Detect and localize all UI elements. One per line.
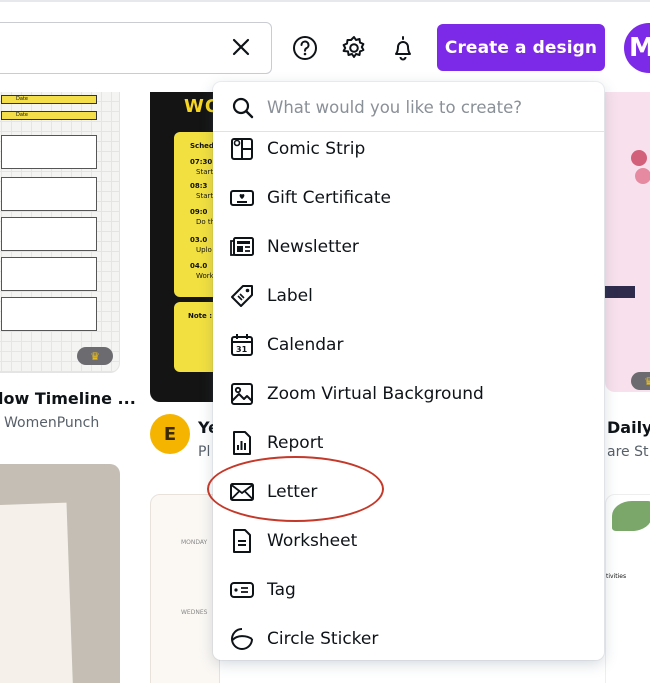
- template-author[interactable]: Pl: [198, 444, 210, 460]
- gear-icon[interactable]: [341, 35, 367, 61]
- help-icon[interactable]: [292, 35, 318, 61]
- card-text: tivities: [606, 573, 627, 580]
- card-decoration: [605, 286, 635, 298]
- menu-item-tag[interactable]: Tag: [213, 565, 604, 614]
- schedule-time: 04.0: [190, 262, 208, 270]
- menu-item-label: Gift Certificate: [267, 187, 391, 208]
- highlight-annotation: [207, 456, 384, 522]
- schedule-note: Work: [196, 272, 214, 280]
- schedule-note: Uplo: [196, 246, 212, 254]
- schedule-label: Sched: [190, 142, 214, 150]
- day-label: WEDNES: [181, 609, 208, 616]
- card-date-field: Date: [1, 111, 97, 120]
- day-label: MONDAY: [181, 539, 208, 546]
- template-author[interactable]: are St: [607, 444, 648, 460]
- create-design-button[interactable]: Create a design: [437, 24, 605, 71]
- menu-item-worksheet[interactable]: Worksheet: [213, 516, 604, 565]
- card-box: [1, 297, 97, 331]
- calendar-day-number: 31: [236, 345, 248, 354]
- menu-item-gift-certificate[interactable]: Gift Certificate: [213, 173, 604, 222]
- schedule-note: Start: [196, 168, 214, 176]
- menu-item-label: Circle Sticker: [267, 628, 379, 649]
- image-icon: [231, 383, 253, 405]
- template-card-collage[interactable]: [0, 464, 120, 683]
- circle-sticker-icon: [231, 628, 253, 650]
- bell-icon[interactable]: [390, 34, 416, 62]
- gift-certificate-icon: [230, 190, 254, 206]
- menu-item-circle-sticker[interactable]: Circle Sticker: [213, 614, 604, 660]
- top-bar: Create a design M: [0, 0, 650, 92]
- newsletter-icon: [230, 237, 254, 256]
- card-box: [1, 217, 97, 251]
- tag-icon: [230, 582, 254, 598]
- search-icon: [232, 97, 254, 119]
- template-card-activities[interactable]: tivities: [605, 494, 650, 683]
- template-title[interactable]: low Timeline ...: [0, 389, 136, 408]
- note-label: Note :: [188, 312, 212, 320]
- menu-item-label: Comic Strip: [267, 138, 366, 159]
- template-title[interactable]: Daily: [607, 418, 650, 437]
- menu-item-newsletter[interactable]: Newsletter: [213, 222, 604, 271]
- menu-item-label: Report: [267, 432, 324, 453]
- menu-item-label: Newsletter: [267, 236, 359, 257]
- menu-item-label: Worksheet: [267, 530, 358, 551]
- schedule-time: 08:3: [190, 182, 208, 190]
- card-box: [1, 135, 97, 169]
- schedule-note: Start: [196, 192, 214, 200]
- card-date-field: Date: [1, 95, 97, 104]
- card-box: [1, 257, 97, 291]
- template-author[interactable]: WomenPunch: [4, 415, 99, 431]
- author-avatar[interactable]: E: [150, 414, 190, 454]
- card-box: [1, 177, 97, 211]
- label-icon: [231, 285, 253, 307]
- worksheet-icon: [233, 529, 251, 553]
- menu-item-label: Tag: [267, 579, 296, 600]
- schedule-time: 07:30: [190, 158, 213, 166]
- design-type-search-input[interactable]: [267, 92, 587, 122]
- menu-item-zoom-virtual-background[interactable]: Zoom Virtual Background: [213, 369, 604, 418]
- card-leaf-decoration: [612, 501, 650, 531]
- menu-item-calendar[interactable]: 31 Calendar: [213, 320, 604, 369]
- template-card-weekly[interactable]: MONDAY WEDNES: [150, 494, 220, 683]
- create-design-dropdown: Comic Strip Gift Certificate Newsletter …: [213, 82, 604, 660]
- template-card-timeline[interactable]: Date Date ♛: [0, 70, 120, 373]
- premium-crown-icon: ♛: [77, 347, 113, 365]
- menu-item-comic-strip[interactable]: Comic Strip: [213, 124, 604, 173]
- menu-item-label: Zoom Virtual Background: [267, 383, 484, 404]
- menu-item-label-text: Label: [267, 285, 313, 306]
- card-paper: [0, 502, 74, 683]
- schedule-time: 09:0: [190, 208, 208, 216]
- comic-strip-icon: [231, 138, 253, 160]
- premium-crown-icon: ♛: [631, 372, 650, 390]
- user-avatar[interactable]: M: [624, 23, 650, 73]
- divider: [0, 0, 650, 2]
- schedule-time: 03.0: [190, 236, 208, 244]
- report-icon: [233, 431, 251, 455]
- template-card-daily[interactable]: ♛: [605, 70, 650, 392]
- menu-item-label[interactable]: Label: [213, 271, 604, 320]
- calendar-icon: 31: [231, 334, 253, 356]
- menu-item-label: Calendar: [267, 334, 344, 355]
- card-decoration: [631, 150, 647, 166]
- card-decoration: [635, 168, 650, 184]
- close-icon[interactable]: [230, 36, 252, 58]
